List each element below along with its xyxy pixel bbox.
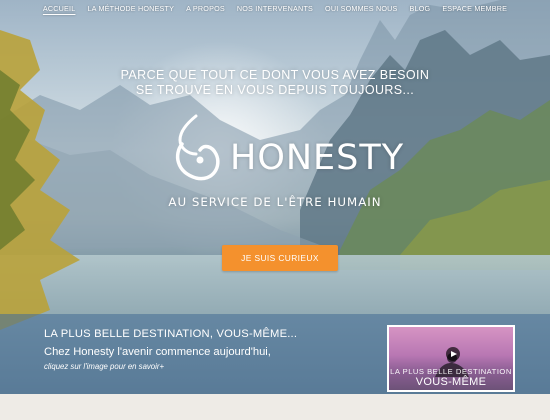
play-icon[interactable] (446, 347, 460, 361)
hero-subtitle: AU SERVICE DE L'ÊTRE HUMAIN (168, 195, 382, 209)
hero-tagline: PARCE QUE TOUT CE DONT VOUS AVEZ BESOIN … (0, 68, 550, 98)
nav-item-qui-sommes-nous[interactable]: OUI SOMMES NOUS (319, 0, 404, 22)
nav-item-a-propos[interactable]: A PROPOS (180, 0, 231, 22)
video-caption-big: VOUS-MÊME (415, 376, 487, 388)
honesty-logo[interactable]: HONESTY (168, 110, 403, 190)
nav-item-methode[interactable]: LA MÉTHODE HONESTY (81, 0, 180, 22)
nav-item-intervenants[interactable]: NOS INTERVENANTS (231, 0, 319, 22)
band-title: LA PLUS BELLE DESTINATION, VOUS-MÊME... (44, 328, 298, 340)
hero-background: ACCUEIL LA MÉTHODE HONESTY A PROPOS NOS … (0, 0, 550, 420)
video-caption-small: LA PLUS BELLE DESTINATION (390, 367, 512, 376)
nav-item-blog[interactable]: BLOG (404, 0, 437, 22)
band-text: Chez Honesty l'avenir commence aujourd'h… (44, 346, 271, 358)
learn-more-link[interactable]: cliquez sur l'image pour en savoir+ (44, 362, 164, 371)
tagline-line-2: SE TROUVE EN VOUS DEPUIS TOUJOURS... (135, 83, 415, 97)
nav-item-accueil[interactable]: ACCUEIL (37, 0, 82, 22)
video-thumbnail[interactable]: LA PLUS BELLE DESTINATION VOUS-MÊME (387, 325, 515, 392)
page-footer-strip (0, 394, 550, 420)
nav-item-espace-membre[interactable]: ESPACE MEMBRE (436, 0, 513, 22)
curious-button[interactable]: JE SUIS CURIEUX (222, 245, 338, 271)
honesty-swirl-icon (175, 114, 220, 181)
tagline-line-1: PARCE QUE TOUT CE DONT VOUS AVEZ BESOIN (120, 68, 430, 82)
logo-wordmark: HONESTY (230, 138, 405, 178)
main-navigation: ACCUEIL LA MÉTHODE HONESTY A PROPOS NOS … (0, 0, 550, 22)
